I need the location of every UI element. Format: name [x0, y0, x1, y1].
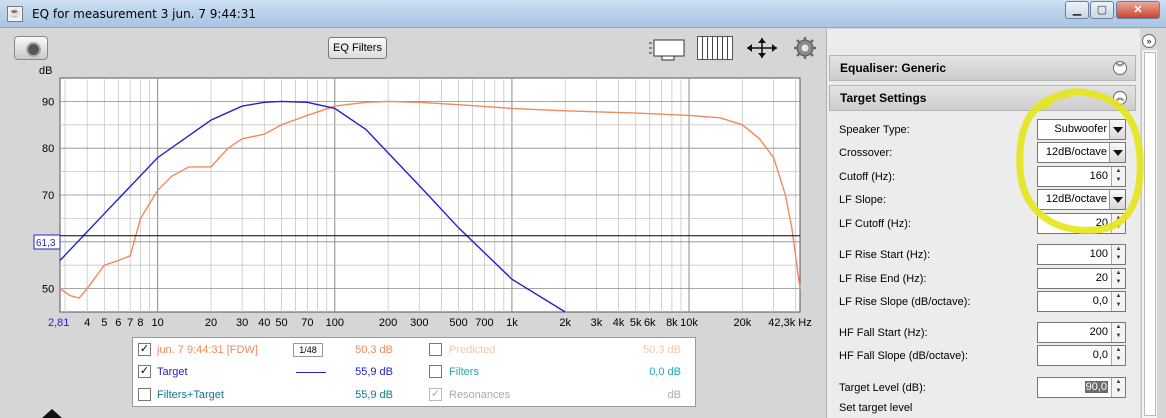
x-tick-label: 20	[205, 317, 217, 329]
lf-rise-end-label: LF Rise End (Hz):	[839, 273, 927, 285]
eq-filters-button[interactable]: EQ Filters	[328, 37, 387, 59]
crossover-label: Crossover:	[839, 147, 893, 159]
x-tick-label: 8	[137, 317, 143, 329]
lf-cutoff-label: LF Cutoff (Hz):	[839, 218, 911, 230]
filters-checkbox[interactable]	[429, 365, 442, 378]
target-level-label: Target Level (dB):	[839, 382, 926, 394]
cursor-level-readout: 61,3	[36, 238, 56, 249]
frequency-response-chart[interactable]: 9080706050 2,814567810203040507010020030…	[13, 65, 821, 334]
dropdown-arrow-icon[interactable]	[1109, 190, 1125, 209]
spinner-arrows-icon[interactable]: ▲ ▼	[1111, 245, 1125, 264]
x-tick-label: 20k	[734, 317, 752, 329]
speaker-type-label: Speaker Type:	[839, 124, 910, 136]
spinner-arrows-icon[interactable]: ▲ ▼	[1111, 214, 1125, 233]
x-tick-label: 8k	[666, 317, 678, 329]
target-settings-section-header[interactable]: Target Settings ︽	[829, 85, 1136, 111]
x-tick-label: 300	[410, 317, 428, 329]
lf-rise-start-label: LF Rise Start (Hz):	[839, 249, 931, 261]
x-tick-label: 40	[258, 317, 270, 329]
x-tick-label: 5	[101, 317, 107, 329]
y-tick-label: 50	[42, 284, 54, 296]
target-level-spinner[interactable]: 90,0 ▲ ▼	[1037, 377, 1126, 398]
crossover-select[interactable]: 12dB/octave	[1037, 142, 1126, 163]
hf-fall-slope-label: HF Fall Slope (dB/octave):	[839, 350, 968, 362]
x-tick-label: 200	[379, 317, 397, 329]
x-tick-label: 2,81	[48, 317, 69, 329]
java-app-icon: ☕	[7, 6, 23, 22]
lf-rise-slope-label: LF Rise Slope (dB/octave):	[839, 296, 971, 308]
x-tick-label: 10	[152, 317, 164, 329]
x-tick-label: 42,3k Hz	[768, 317, 811, 329]
camera-icon[interactable]	[14, 36, 48, 60]
minimize-button[interactable]: ▁	[1065, 1, 1089, 19]
cutoff-spinner[interactable]: 160 ▲ ▼	[1037, 166, 1126, 187]
legend-row-target: ✓ Target 55,9 dB Filters 0,0 dB	[138, 365, 681, 378]
graph-layout-icon[interactable]	[697, 36, 733, 60]
x-tick-label: 6	[115, 317, 121, 329]
x-tick-label: 4	[84, 317, 90, 329]
spinner-arrows-icon[interactable]: ▲ ▼	[1111, 346, 1125, 365]
settings-scrollbar[interactable]	[1141, 50, 1157, 418]
legend-row-measurement: ✓ jun. 7 9:44:31 [FDW] 1/48 50,3 dB Pred…	[138, 343, 681, 357]
maximize-button[interactable]: ▢	[1090, 1, 1114, 19]
dropdown-arrow-icon[interactable]	[1109, 120, 1125, 139]
cutoff-label: Cutoff (Hz):	[839, 171, 896, 183]
title-bar: ☕ EQ for measurement 3 jun. 7 9:44:31 ▁ …	[0, 0, 1166, 28]
legend-panel: ✓ jun. 7 9:44:31 [FDW] 1/48 50,3 dB Pred…	[132, 337, 696, 407]
dropdown-arrow-icon[interactable]	[1109, 143, 1125, 162]
x-tick-label: 6k	[644, 317, 656, 329]
x-tick-label: 4k	[613, 317, 625, 329]
x-tick-label: 500	[449, 317, 467, 329]
x-tick-label: 10k	[680, 317, 698, 329]
lf-rise-end-spinner[interactable]: 20 ▲ ▼	[1037, 268, 1126, 289]
x-tick-label: 2k	[559, 317, 571, 329]
y-tick-label: 80	[42, 143, 54, 155]
window-title: EQ for measurement 3 jun. 7 9:44:31	[32, 7, 257, 21]
equaliser-section-header[interactable]: Equaliser: Generic ︾	[829, 55, 1136, 81]
resonances-checkbox[interactable]: ✓	[429, 388, 442, 401]
x-tick-label: 100	[326, 317, 344, 329]
predicted-checkbox[interactable]	[429, 343, 442, 356]
spinner-arrows-icon[interactable]: ▲ ▼	[1111, 292, 1125, 311]
collapse-chevron-icon[interactable]: ︽	[1113, 91, 1127, 105]
x-tick-label: 3k	[591, 317, 603, 329]
x-tick-label: 50	[275, 317, 287, 329]
set-target-level-link[interactable]: Set target level	[839, 402, 912, 414]
speaker-type-select[interactable]: Subwoofer	[1037, 119, 1126, 140]
spinner-arrows-icon[interactable]: ▲ ▼	[1111, 167, 1125, 186]
y-tick-label: 90	[42, 96, 54, 108]
graph-limits-icon[interactable]	[648, 37, 688, 61]
x-tick-label: 7	[127, 317, 133, 329]
target-checkbox[interactable]: ✓	[138, 365, 151, 378]
lf-slope-label: LF Slope:	[839, 194, 887, 206]
settings-gear-icon[interactable]	[793, 36, 817, 60]
collapse-panel-icon[interactable]: »	[1142, 34, 1156, 48]
x-tick-label: 1k	[506, 317, 518, 329]
expand-chevron-icon[interactable]: ︾	[1113, 61, 1127, 75]
legend-row-filters-target: Filters+Target 55,9 dB ✓ Resonances dB	[133, 386, 695, 404]
hf-fall-slope-spinner[interactable]: 0,0 ▲ ▼	[1037, 345, 1126, 366]
x-tick-label: 700	[475, 317, 493, 329]
close-button[interactable]: ✕	[1116, 1, 1160, 19]
lf-rise-slope-spinner[interactable]: 0,0 ▲ ▼	[1037, 291, 1126, 312]
move-arrows-icon[interactable]	[744, 36, 780, 60]
spinner-arrows-icon[interactable]: ▲ ▼	[1111, 323, 1125, 342]
measurement-checkbox[interactable]: ✓	[138, 343, 151, 356]
filters-target-checkbox[interactable]	[138, 388, 151, 401]
x-tick-label: 5k	[630, 317, 642, 329]
lf-slope-select[interactable]: 12dB/octave	[1037, 189, 1126, 210]
spinner-arrows-icon[interactable]: ▲ ▼	[1111, 378, 1125, 397]
spinner-arrows-icon[interactable]: ▲ ▼	[1111, 269, 1125, 288]
lf-rise-start-spinner[interactable]: 100 ▲ ▼	[1037, 244, 1126, 265]
hf-fall-start-spinner[interactable]: 200 ▲ ▼	[1037, 322, 1126, 343]
y-tick-label: 70	[42, 190, 54, 202]
x-tick-label: 70	[301, 317, 313, 329]
expand-arrow-icon[interactable]	[42, 409, 62, 418]
x-tick-label: 30	[236, 317, 248, 329]
y-axis-unit: dB	[39, 66, 52, 77]
hf-fall-start-label: HF Fall Start (Hz):	[839, 327, 928, 339]
lf-cutoff-spinner[interactable]: 20 ▲ ▼	[1037, 213, 1126, 234]
